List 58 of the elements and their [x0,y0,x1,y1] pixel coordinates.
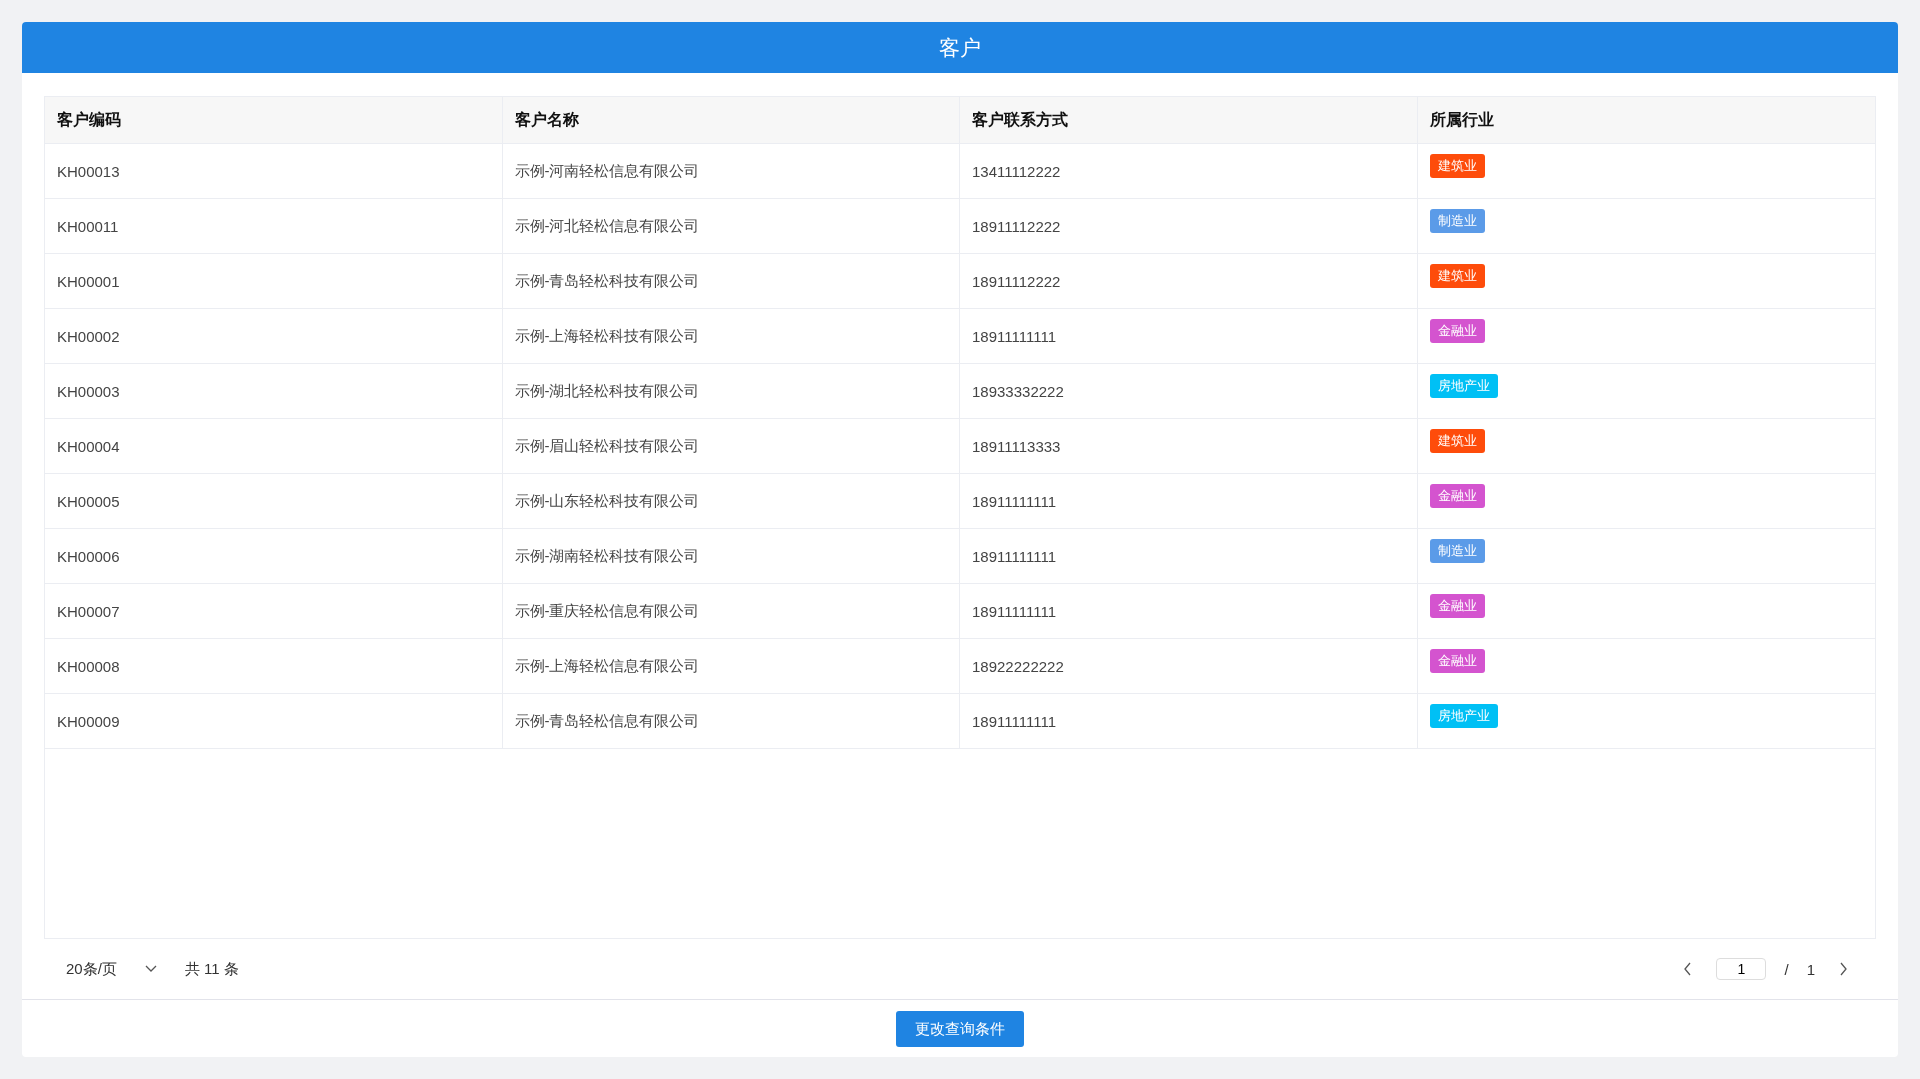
industry-tag: 金融业 [1429,484,1485,508]
table-cell: 示例-上海轻松科技有限公司 [502,309,960,363]
table-cell: 18911111111 [960,309,1418,363]
page-separator: / [1784,960,1789,978]
table-cell: KH00005 [45,474,503,528]
table-cell: 18911112222 [960,199,1418,253]
change-query-button[interactable]: 更改查询条件 [896,1011,1024,1047]
table-cell: KH00008 [45,639,503,693]
table-cell: 18911111111 [960,584,1418,638]
table-cell: 13411112222 [960,144,1418,198]
table-cell: 示例-重庆轻松信息有限公司 [502,584,960,638]
page-input[interactable]: 1 [1716,958,1767,980]
table-cell: KH00004 [45,419,503,473]
page-title: 客户 [939,34,981,61]
total-count: 共 11 条 [184,959,239,979]
next-page-icon[interactable] [1839,962,1848,976]
table-cell: 18911111111 [960,474,1418,528]
industry-tag: 建筑业 [1429,154,1485,178]
column-header: 客户编码 [45,97,503,143]
table-cell: 示例-山东轻松科技有限公司 [502,474,960,528]
industry-tag: 建筑业 [1429,264,1485,288]
chevron-down-icon [144,965,157,973]
table-cell: 18933332222 [960,364,1418,418]
table-cell: 示例-河南轻松信息有限公司 [502,144,960,198]
table-cell: 示例-青岛轻松信息有限公司 [502,694,960,748]
page-count: 1 [1806,960,1815,978]
industry-tag: 建筑业 [1429,429,1485,453]
page-size-select[interactable]: 20条/页 [66,959,157,979]
column-header: 客户联系方式 [960,97,1418,143]
table-cell: KH00011 [45,199,503,253]
table-cell: 示例-河北轻松信息有限公司 [502,199,960,253]
table-cell: 示例-青岛轻松科技有限公司 [502,254,960,308]
table-cell: 18922222222 [960,639,1418,693]
table-cell: KH00002 [45,309,503,363]
industry-tag: 制造业 [1429,209,1485,233]
industry-tag: 金融业 [1429,649,1485,673]
table-cell: KH00006 [45,529,503,583]
table-cell: 示例-湖南轻松科技有限公司 [502,529,960,583]
table-cell: 示例-眉山轻松科技有限公司 [502,419,960,473]
industry-tag: 房地产业 [1429,704,1498,728]
table-cell: 示例-湖北轻松科技有限公司 [502,364,960,418]
table-cell: 18911111111 [960,694,1418,748]
table-cell: KH00001 [45,254,503,308]
column-header: 所属行业 [1428,109,1495,130]
industry-tag: 房地产业 [1429,374,1498,398]
table-cell: 示例-上海轻松信息有限公司 [502,639,960,693]
column-header: 客户名称 [502,97,960,143]
table-cell: 18911112222 [960,254,1418,308]
table-cell: 18911111111 [960,529,1418,583]
table-cell: KH00009 [45,694,503,748]
industry-tag: 制造业 [1429,539,1485,563]
industry-tag: 金融业 [1429,319,1485,343]
table-cell: KH00013 [45,144,503,198]
table-cell: KH00007 [45,584,503,638]
table-cell: KH00003 [45,364,503,418]
table-cell: 18911113333 [960,419,1418,473]
previous-page-icon[interactable] [1683,962,1693,976]
industry-tag: 金融业 [1429,594,1485,618]
